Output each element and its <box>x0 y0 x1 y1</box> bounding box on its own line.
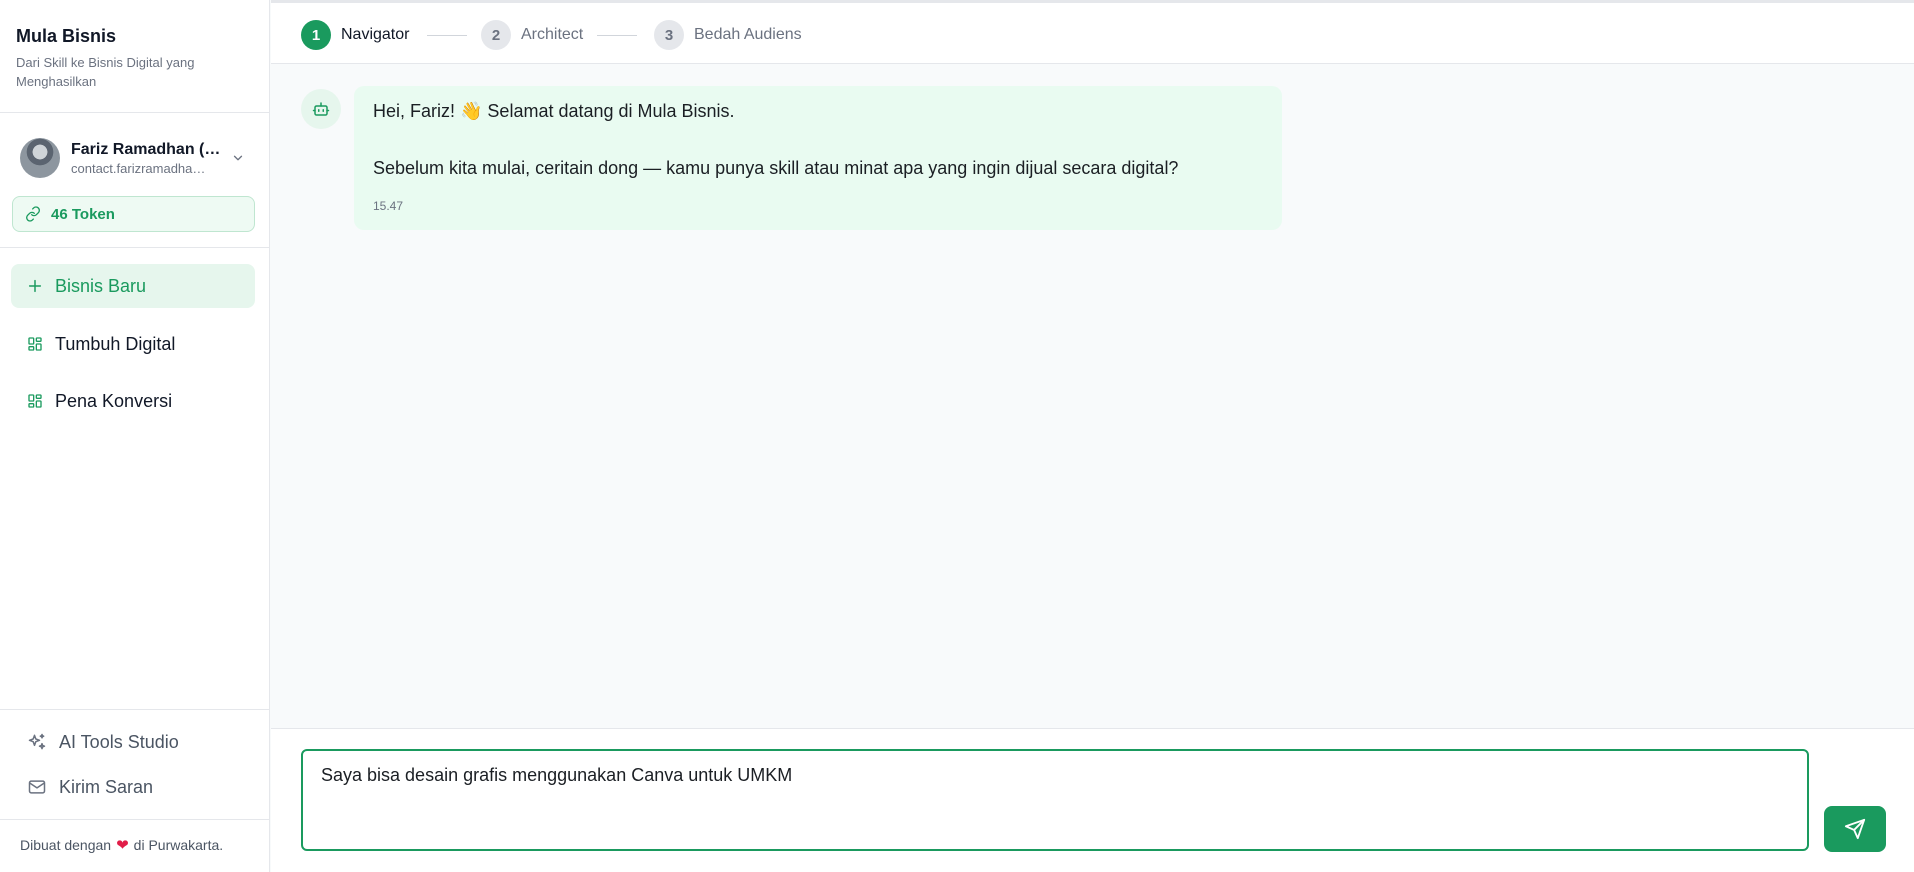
message-input[interactable]: Saya bisa desain grafis menggunakan Canv… <box>301 749 1809 851</box>
token-label: 46 Token <box>51 205 115 223</box>
step-label: Navigator <box>341 26 410 43</box>
send-button[interactable] <box>1824 806 1886 852</box>
step-navigator[interactable]: 1 Navigator <box>301 20 409 50</box>
message-text: Hei, Fariz! 👋 Selamat datang di Mula Bis… <box>373 101 735 121</box>
chat-area: Hei, Fariz! 👋 Selamat datang di Mula Bis… <box>271 64 1914 728</box>
sidebar: Mula Bisnis Dari Skill ke Bisnis Digital… <box>0 0 270 872</box>
bot-icon <box>301 89 341 129</box>
link-icon <box>25 206 51 222</box>
user-menu[interactable]: Fariz Ramadhan (… contact.farizramadha… <box>20 138 250 178</box>
step-number: 3 <box>654 20 684 50</box>
kirim-saran-link[interactable]: Kirim Saran <box>11 767 255 807</box>
send-icon <box>1844 818 1866 840</box>
divider <box>0 247 270 248</box>
divider <box>0 709 270 710</box>
grid-icon <box>27 336 43 352</box>
bot-message-bubble: Hei, Fariz! 👋 Selamat datang di Mula Bis… <box>354 86 1282 230</box>
credit-prefix: Dibuat dengan <box>20 837 112 853</box>
user-name: Fariz Ramadhan (… <box>71 140 221 158</box>
message-text: Sebelum kita mulai, ceritain dong — kamu… <box>373 158 1179 178</box>
nav-item-tumbuh-digital[interactable]: Tumbuh Digital <box>11 322 255 366</box>
nav-item-label: Tumbuh Digital <box>55 333 176 354</box>
footer-item-label: Kirim Saran <box>59 776 154 797</box>
step-number: 2 <box>481 20 511 50</box>
credit-line: Dibuat dengan ❤ di Purwakarta. <box>20 836 223 854</box>
plus-icon <box>27 278 43 294</box>
step-label: Architect <box>521 26 584 43</box>
nav-item-pena-konversi[interactable]: Pena Konversi <box>11 379 255 423</box>
footer-item-label: AI Tools Studio <box>59 731 179 752</box>
ai-tools-studio-link[interactable]: AI Tools Studio <box>11 722 255 762</box>
composer: Saya bisa desain grafis menggunakan Canv… <box>271 728 1914 872</box>
message-timestamp: 15.47 <box>373 199 404 213</box>
grid-icon <box>27 393 43 409</box>
step-architect[interactable]: 2 Architect <box>481 20 583 50</box>
brand-tagline: Dari Skill ke Bisnis Digital yang Mengha… <box>16 55 195 89</box>
step-connector <box>427 35 467 36</box>
brand-title: Mula Bisnis <box>16 26 117 46</box>
stepper-bar: 1 Navigator 2 Architect 3 Bedah Audiens <box>271 0 1914 64</box>
divider <box>0 819 270 820</box>
avatar <box>20 138 60 178</box>
step-connector <box>597 35 637 36</box>
step-number: 1 <box>301 20 331 50</box>
user-email: contact.farizramadha… <box>71 160 206 176</box>
step-label: Bedah Audiens <box>694 26 802 43</box>
brand: Mula Bisnis Dari Skill ke Bisnis Digital… <box>16 26 256 91</box>
chevron-down-icon <box>231 151 245 165</box>
mail-icon <box>27 777 47 797</box>
token-balance[interactable]: 46 Token <box>12 196 255 232</box>
nav-item-label: Bisnis Baru <box>55 275 147 296</box>
step-bedah-audiens[interactable]: 3 Bedah Audiens <box>654 20 802 50</box>
nav-item-label: Pena Konversi <box>55 390 173 411</box>
credit-suffix: di Purwakarta. <box>133 837 224 853</box>
sparkles-icon <box>27 732 47 752</box>
heart-icon: ❤ <box>116 837 129 854</box>
nav-item-bisnis-baru[interactable]: Bisnis Baru <box>11 264 255 308</box>
divider <box>0 112 270 113</box>
